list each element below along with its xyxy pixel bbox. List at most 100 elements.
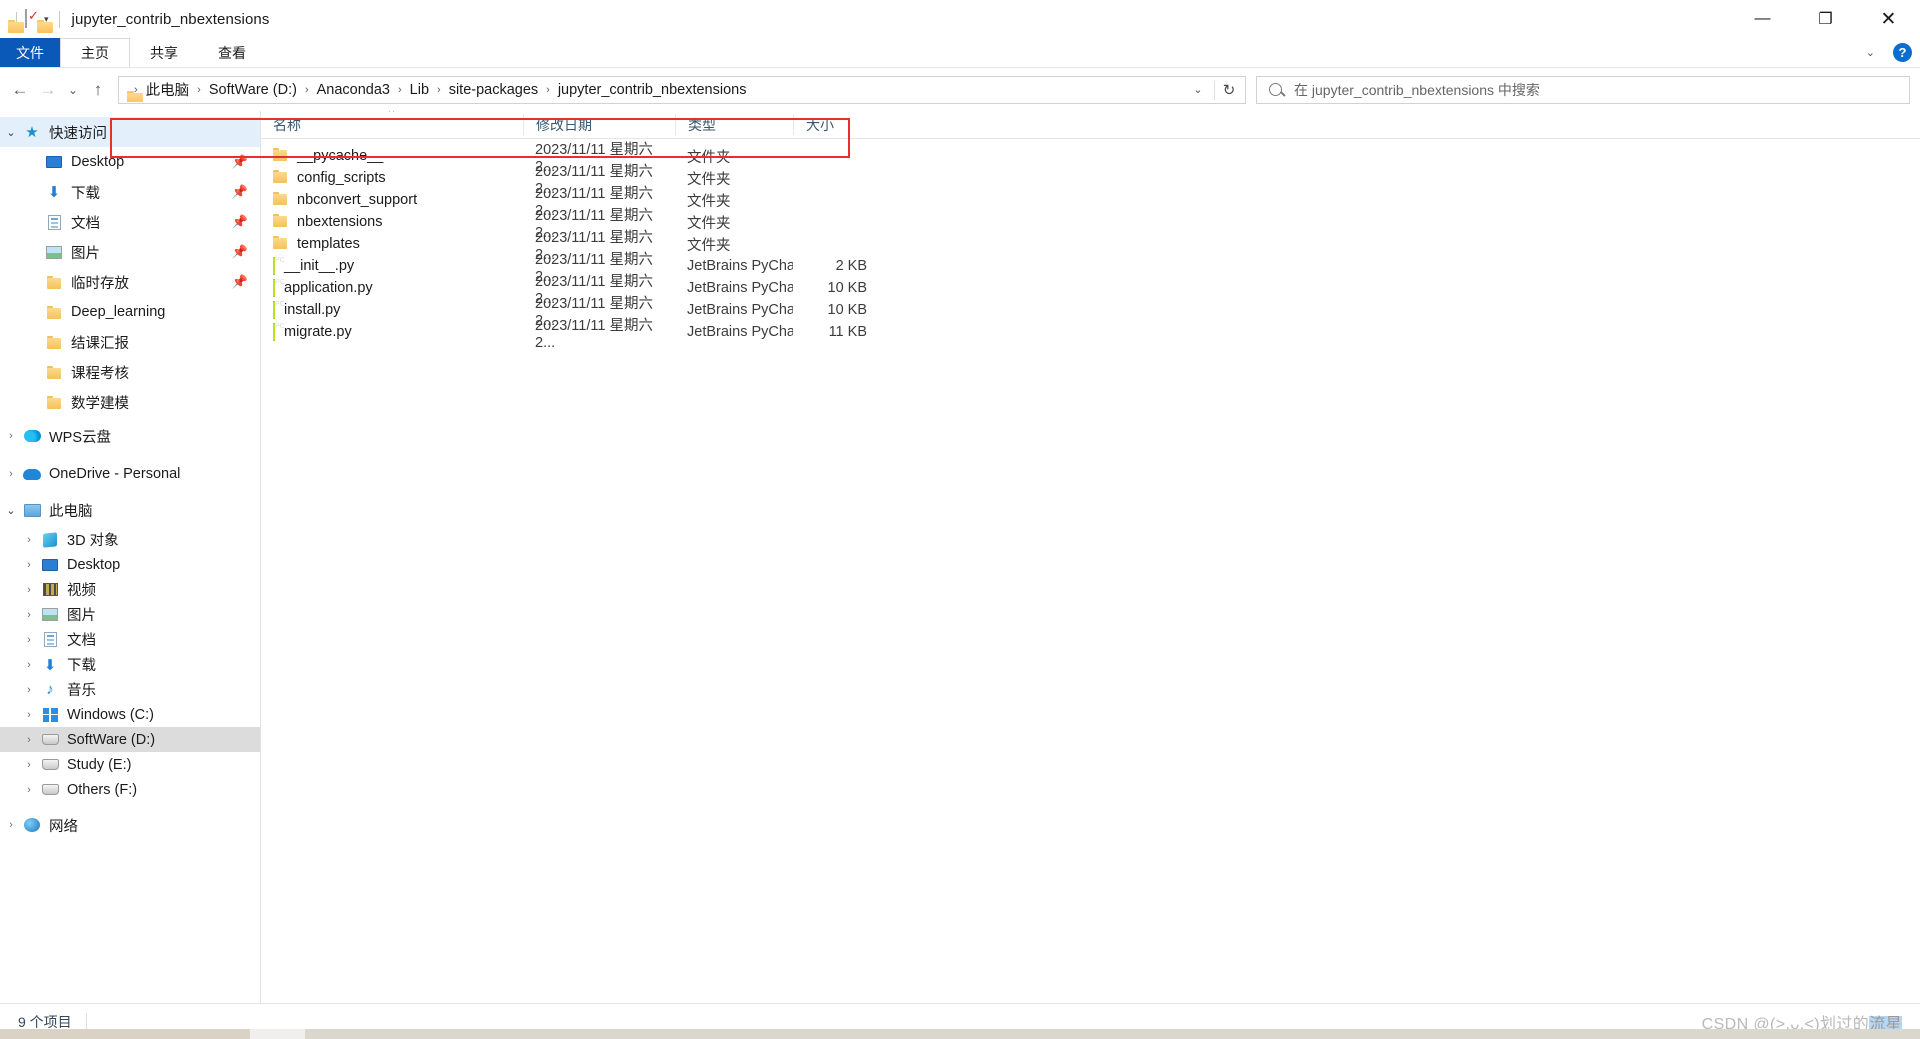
chevron-right-icon[interactable]: › — [18, 659, 40, 671]
refresh-icon[interactable]: ↻ — [1215, 77, 1243, 103]
sidebar-item-music[interactable]: › ♪ 音乐 — [0, 677, 260, 702]
sidebar-item-network[interactable]: › 网络 — [0, 808, 260, 842]
breadcrumb-item-2[interactable]: Anaconda3 — [312, 80, 395, 100]
file-name-cell[interactable]: migrate.py — [261, 323, 523, 341]
table-row[interactable]: templates 2023/11/11 星期六 2... 文件夹 — [261, 230, 1920, 263]
table-row[interactable]: nbextensions 2023/11/11 星期六 2... 文件夹 — [261, 208, 1920, 241]
chevron-right-icon[interactable]: › — [18, 709, 40, 721]
table-row[interactable]: install.py 2023/11/11 星期六 2... JetBrains… — [261, 296, 1920, 329]
sidebar-item-others-f[interactable]: › Others (F:) — [0, 777, 260, 802]
sidebar-item-windows-c[interactable]: › Windows (C:) — [0, 702, 260, 727]
chevron-right-icon[interactable]: › — [18, 559, 40, 571]
file-name-cell[interactable]: templates — [261, 235, 523, 253]
sidebar-item-videos[interactable]: › 视频 — [0, 577, 260, 602]
breadcrumb-separator[interactable]: › — [302, 84, 312, 96]
file-name-cell[interactable]: application.py — [261, 279, 523, 297]
sidebar-item-temp-storage[interactable]: 临时存放 📌 — [0, 267, 260, 297]
chevron-right-icon[interactable]: › — [18, 734, 40, 746]
file-name-cell[interactable]: nbextensions — [261, 213, 523, 231]
column-header-size[interactable]: 大小 — [793, 114, 881, 135]
navigation-pane[interactable]: ⌄ ★ 快速访问 Desktop 📌 ⬇ 下载 📌 文档 📌 图片 📌 临时存放… — [0, 111, 261, 1003]
tab-share[interactable]: 共享 — [130, 38, 198, 67]
breadcrumb-item-0[interactable]: 此电脑 — [141, 77, 195, 102]
sidebar-item-downloads-pc[interactable]: › ⬇ 下载 — [0, 652, 260, 677]
chevron-down-icon[interactable]: ⌄ — [0, 126, 22, 139]
sidebar-item-math-modeling[interactable]: 数学建模 — [0, 387, 260, 417]
sidebar-item-documents-pc[interactable]: › 文档 — [0, 627, 260, 652]
chevron-down-icon[interactable]: ⌄ — [0, 504, 22, 517]
file-name-cell[interactable]: install.py — [261, 301, 523, 319]
back-button[interactable]: ← — [6, 76, 34, 104]
file-name-cell[interactable]: __pycache__ — [261, 147, 523, 165]
sidebar-item-study-e[interactable]: › Study (E:) — [0, 752, 260, 777]
recent-locations-button[interactable]: ⌄ — [62, 76, 84, 104]
sidebar-item-deep-learning[interactable]: Deep_learning — [0, 297, 260, 327]
chevron-right-icon[interactable]: › — [18, 609, 40, 621]
sidebar-item-wps-cloud[interactable]: › WPS云盘 — [0, 417, 260, 455]
sidebar-item-course-report[interactable]: 结课汇报 — [0, 327, 260, 357]
pin-icon[interactable]: 📌 — [232, 244, 248, 260]
file-name-cell[interactable]: nbconvert_support — [261, 191, 523, 209]
pin-icon[interactable]: 📌 — [232, 184, 248, 200]
column-header-date[interactable]: 修改日期 — [523, 114, 675, 135]
sidebar-item-course-assessment[interactable]: 课程考核 — [0, 357, 260, 387]
breadcrumb-item-5[interactable]: jupyter_contrib_nbextensions — [553, 80, 752, 100]
up-button[interactable]: ↑ — [84, 76, 112, 104]
file-name: install.py — [284, 302, 341, 318]
breadcrumb-item-1[interactable]: SoftWare (D:) — [204, 80, 302, 100]
chevron-right-icon[interactable]: › — [0, 468, 22, 480]
breadcrumb-separator[interactable]: › — [543, 84, 553, 96]
chevron-right-icon[interactable]: › — [18, 634, 40, 646]
table-row[interactable]: __init__.py 2023/11/11 星期六 2... JetBrain… — [261, 252, 1920, 285]
file-name-cell[interactable]: config_scripts — [261, 169, 523, 187]
chevron-right-icon[interactable]: › — [18, 534, 40, 546]
minimize-button[interactable]: — — [1731, 0, 1794, 38]
breadcrumb-item-4[interactable]: site-packages — [444, 80, 543, 100]
search-input[interactable]: 在 jupyter_contrib_nbextensions 中搜索 — [1256, 75, 1910, 104]
column-header-name[interactable]: 名称 ^ — [261, 111, 523, 135]
breadcrumb-item-3[interactable]: Lib — [405, 80, 434, 100]
column-header-type[interactable]: 类型 — [675, 114, 793, 135]
close-button[interactable]: ✕ — [1857, 0, 1920, 38]
breadcrumb-separator[interactable]: › — [194, 84, 204, 96]
chevron-right-icon[interactable]: › — [18, 784, 40, 796]
sidebar-item-3d-objects[interactable]: › 3D 对象 — [0, 527, 260, 552]
sidebar-item-pictures-pc[interactable]: › 图片 — [0, 602, 260, 627]
properties-icon[interactable] — [25, 9, 27, 28]
forward-button[interactable]: → — [34, 76, 62, 104]
sidebar-item-quick-access[interactable]: ⌄ ★ 快速访问 — [0, 117, 260, 147]
sidebar-item-software-d[interactable]: › SoftWare (D:) — [0, 727, 260, 752]
breadcrumb-separator[interactable]: › — [395, 84, 405, 96]
tab-file[interactable]: 文件 — [0, 38, 60, 67]
chevron-right-icon[interactable]: › — [18, 684, 40, 696]
table-row[interactable]: __pycache__ 2023/11/11 星期六 2... 文件夹 — [261, 142, 1920, 175]
sidebar-item-onedrive[interactable]: › OneDrive - Personal — [0, 455, 260, 493]
chevron-right-icon[interactable]: › — [18, 759, 40, 771]
sidebar-item-this-pc[interactable]: ⌄ 此电脑 — [0, 493, 260, 527]
file-name-cell[interactable]: __init__.py — [261, 257, 523, 275]
chevron-down-icon[interactable]: ⌄ — [1185, 77, 1211, 103]
sidebar-item-desktop-pc[interactable]: › Desktop — [0, 552, 260, 577]
sidebar-item-downloads-qa[interactable]: ⬇ 下载 📌 — [0, 177, 260, 207]
table-row[interactable]: config_scripts 2023/11/11 星期六 2... 文件夹 — [261, 164, 1920, 197]
maximize-button[interactable]: ❐ — [1794, 0, 1857, 38]
chevron-right-icon[interactable]: › — [0, 430, 22, 442]
table-row[interactable]: nbconvert_support 2023/11/11 星期六 2... 文件… — [261, 186, 1920, 219]
chevron-right-icon[interactable]: › — [18, 584, 40, 596]
pin-icon[interactable]: 📌 — [232, 274, 248, 290]
sidebar-item-documents-qa[interactable]: 文档 📌 — [0, 207, 260, 237]
chevron-down-icon[interactable]: ⌄ — [1866, 46, 1875, 59]
table-row[interactable]: migrate.py 2023/11/11 星期六 2... JetBrains… — [261, 318, 1920, 351]
pin-icon[interactable]: 📌 — [232, 154, 248, 170]
tab-view[interactable]: 查看 — [198, 38, 266, 67]
breadcrumb-separator[interactable]: › — [434, 84, 444, 96]
tab-home[interactable]: 主页 — [60, 38, 130, 67]
sidebar-item-pictures-qa[interactable]: 图片 📌 — [0, 237, 260, 267]
sidebar-item-desktop-qa[interactable]: Desktop 📌 — [0, 147, 260, 177]
chevron-right-icon[interactable]: › — [0, 819, 22, 831]
help-icon[interactable]: ? — [1893, 43, 1912, 62]
address-bar[interactable]: › 此电脑 › SoftWare (D:) › Anaconda3 › Lib … — [118, 75, 1246, 104]
table-row[interactable]: application.py 2023/11/11 星期六 2... JetBr… — [261, 274, 1920, 307]
file-list-pane[interactable]: 名称 ^ 修改日期 类型 大小 __pycache__ 2023/11/11 星… — [261, 111, 1920, 1003]
pin-icon[interactable]: 📌 — [232, 214, 248, 230]
